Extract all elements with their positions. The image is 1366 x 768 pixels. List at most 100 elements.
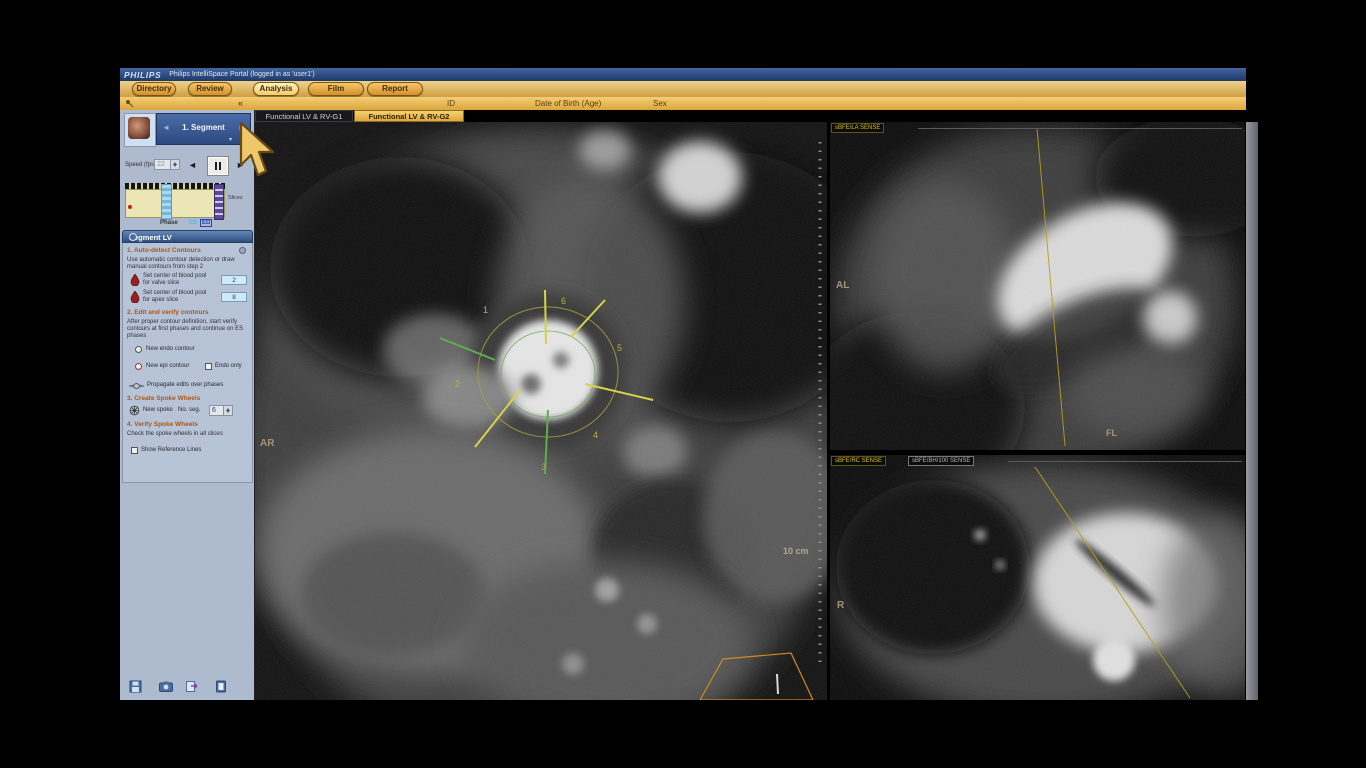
step4-description: Check the spoke wheels in all slices [127,431,249,438]
step4-heading: 4. Verify Spoke Wheels [127,421,198,428]
analysis-button[interactable]: Analysis [253,82,299,96]
valve-slice-value[interactable]: 2 [221,275,247,285]
panel-info-icon[interactable] [129,233,137,241]
step3-heading: 3. Create Spoke Wheels [127,395,200,402]
pin-icon[interactable] [125,99,134,108]
app-window: PHILIPS Philips IntelliSpace Portal (log… [120,68,1246,700]
new-endo-label[interactable]: New endo contour [146,346,195,352]
save-icon[interactable] [129,680,142,693]
no-seg-spinner-arrows[interactable] [223,406,232,415]
report-document-icon[interactable] [215,680,227,693]
long-axis-mri-image [830,122,1245,450]
title-bar: PHILIPS Philips IntelliSpace Portal (log… [120,68,1246,81]
slice-selector-column[interactable] [214,184,224,220]
series-thumbnail[interactable] [124,113,156,147]
new-spoke-label[interactable]: New spoke [143,407,173,413]
orientation-label-r: R [837,600,844,611]
blood-pool-apex-icon[interactable] [130,291,140,303]
main-toolbar: Directory Review Analysis Film Report [120,81,1246,98]
sidebar: ◄ 1. Segment ► ▾ Speed (fps) 22 ◄ ► Slic… [120,110,255,700]
mouse-cursor-icon [233,121,277,179]
series-label-la[interactable]: sBFE/LA SENSE [831,123,884,133]
segment-number: 2 [455,379,460,389]
show-reference-lines-checkbox[interactable] [131,447,138,454]
blood-pool-valve-icon[interactable] [130,274,140,286]
segment-number: 3 [541,462,546,472]
sidebar-collapse-button[interactable]: « [238,98,243,108]
heart-thumbnail-image [128,117,150,139]
step1-info-icon[interactable] [239,247,246,254]
phase-selector-column[interactable] [161,184,172,220]
series-divider-line [1008,461,1242,462]
segment-lv-panel-header: Segment LV [122,230,253,243]
screen: PHILIPS Philips IntelliSpace Portal (log… [0,0,1366,768]
plan-marker [777,674,778,694]
phase-slice-matrix[interactable] [125,189,225,218]
series-divider-line [918,128,1242,129]
viewport-tabs: Functional LV & RV-G1 Functional LV & RV… [120,110,1246,122]
new-spoke-icon[interactable] [129,405,140,416]
segment-number: 5 [617,343,622,353]
speed-spinner-arrows[interactable] [170,160,179,169]
viewport-short-axis[interactable]: 1 2 3 4 5 6 AR 10 cm [255,122,827,700]
review-button[interactable]: Review [188,82,232,96]
report-button[interactable]: Report [367,82,423,96]
apex-slice-value[interactable]: 8 [221,292,247,302]
philips-logo: PHILIPS [124,70,161,80]
no-seg-spinner[interactable]: 6 [209,405,233,416]
orientation-label-fl: FL [1106,428,1117,438]
new-epi-radio[interactable] [135,363,142,370]
column-dob: Date of Birth (Age) [535,99,601,108]
window-title: Philips IntelliSpace Portal (logged in a… [169,71,314,78]
column-id: ID [447,99,455,108]
series-label-rc[interactable]: sBFE/RC SENSE [831,456,886,466]
current-marker-dot [128,205,132,209]
apex-slice-label: Set center of blood pool for apex slice [143,290,215,304]
no-seg-value: 6 [212,407,216,414]
orientation-label-ar: AR [260,438,274,449]
step1-heading: 1. Auto-detect Contours [127,247,201,254]
pause-button[interactable] [207,156,229,176]
column-sex: Sex [653,99,667,108]
stepper-dropdown-chevron-icon[interactable]: ▾ [229,136,232,143]
series-label-bh100[interactable]: sBFE/BH/100 SENSE [908,456,974,466]
show-reference-lines-label[interactable]: Show Reference Lines [141,447,201,453]
phase-label: Phase [160,220,178,226]
endo-only-label[interactable]: Endo only [215,363,242,369]
slices-label: Slices [228,195,243,201]
speed-value: 22 [157,161,165,168]
endo-only-checkbox[interactable] [205,363,212,370]
step2-description: After proper contour definition, start v… [127,319,249,340]
segment-number: 4 [593,430,598,440]
speed-spinner[interactable]: 22 [154,159,180,170]
step2-heading: 2. Edit and verify contours [127,309,209,316]
es-label: ES [189,220,197,226]
ed-label: ED [200,219,212,227]
segment-lv-panel: 1. Auto-detect Contours Use automatic co… [122,243,253,483]
snapshot-camera-icon[interactable] [159,681,173,692]
short-axis-mri-image: 1 2 3 4 5 6 [255,122,827,700]
propagate-label[interactable]: Propagate edits over phases [147,382,223,388]
spoke-line[interactable] [545,290,546,344]
segment-number: 1 [483,305,488,315]
patient-header: « ID Date of Birth (Age) Sex [120,97,1246,110]
valve-slice-label: Set center of blood pool for valve slice [143,273,215,287]
film-button[interactable]: Film [308,82,364,96]
four-chamber-mri-image [830,455,1245,700]
tab-functional-g2[interactable]: Functional LV & RV-G2 [354,110,464,122]
prev-phase-button[interactable]: ◄ [188,160,197,170]
propagate-icon[interactable] [129,382,144,390]
speed-label: Speed (fps) [125,162,156,168]
scrollbar[interactable] [1246,122,1258,700]
no-seg-label: No. seg. [178,407,200,413]
orientation-label-al: AL [836,280,849,291]
export-icon[interactable] [185,680,198,693]
segment-number: 6 [561,296,566,306]
scale-label: 10 cm [783,546,809,556]
new-epi-label[interactable]: New epi contour [146,363,189,369]
step1-description: Use automatic contour detection or draw … [127,257,249,271]
new-endo-radio[interactable] [135,346,142,353]
viewport-four-chamber[interactable]: sBFE/RC SENSE sBFE/BH/100 SENSE R [830,455,1245,700]
viewport-long-axis[interactable]: sBFE/LA SENSE AL FL [830,122,1245,450]
directory-button[interactable]: Directory [132,82,176,96]
